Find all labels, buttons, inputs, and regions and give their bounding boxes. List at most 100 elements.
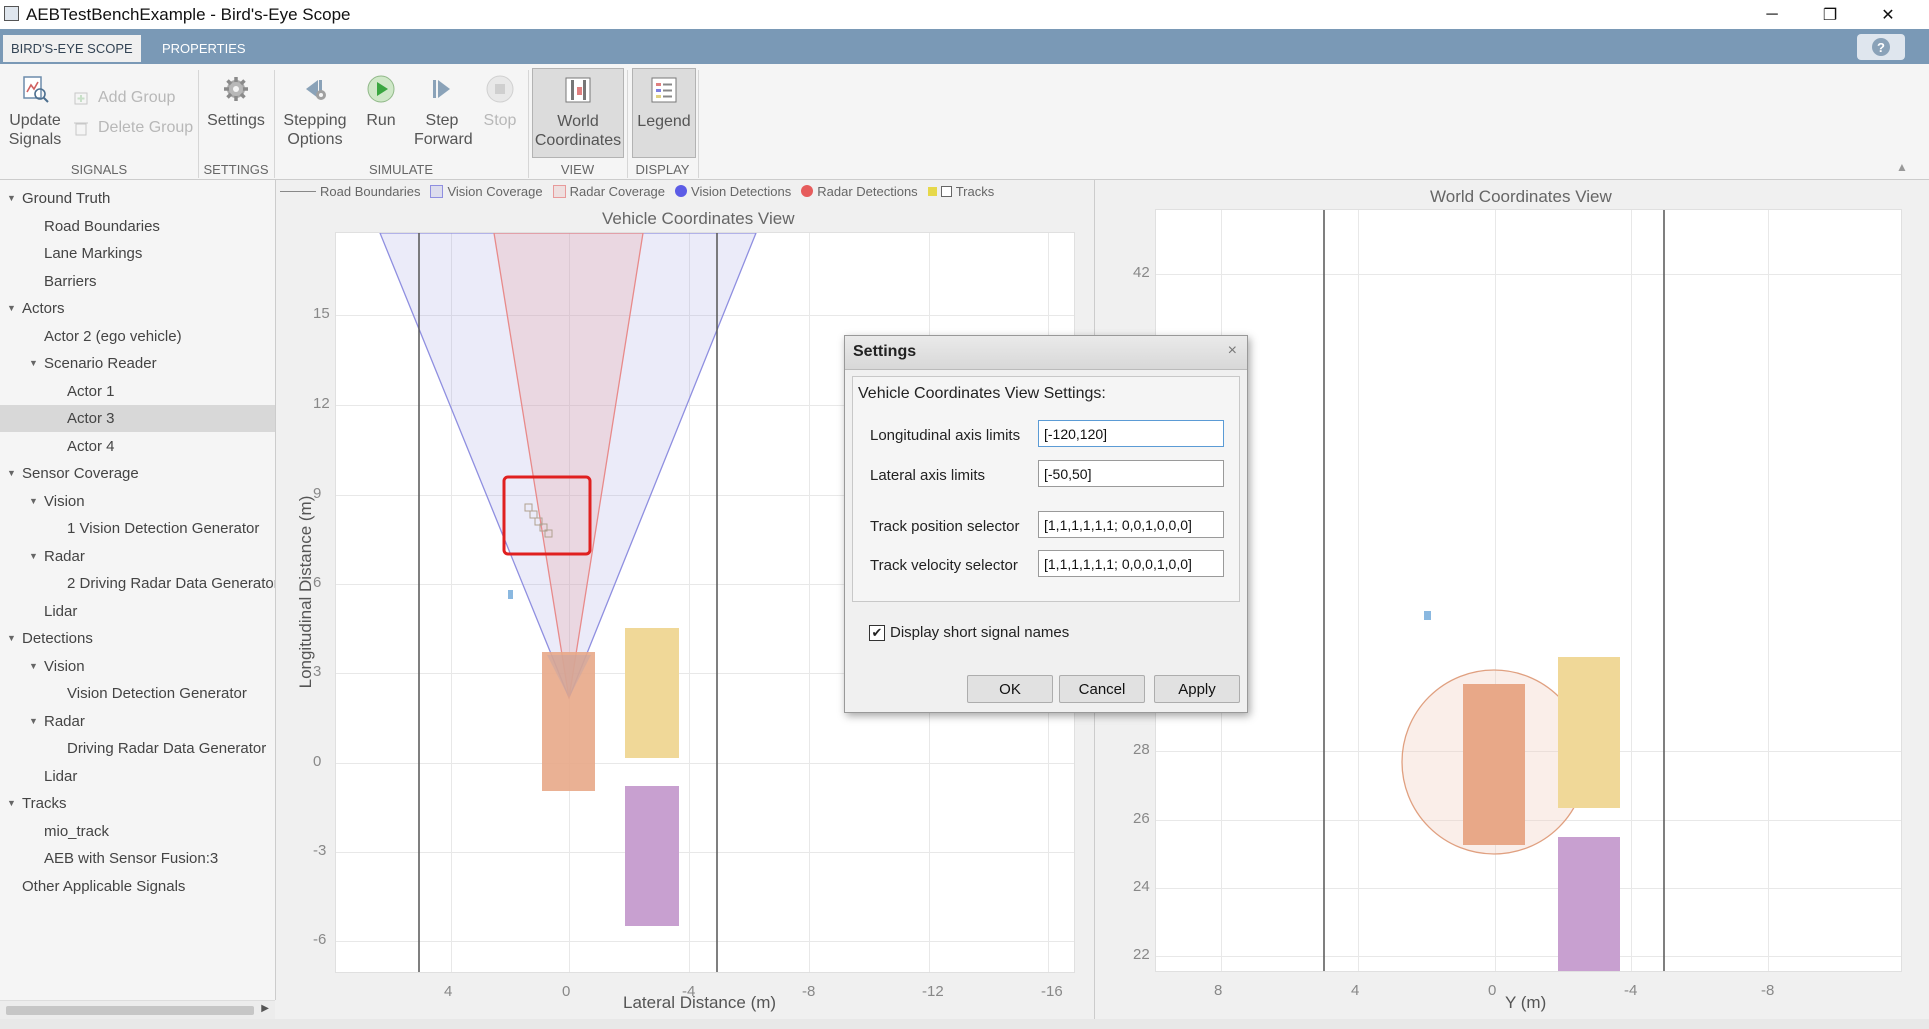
add-group-button[interactable]: Add Group xyxy=(72,89,175,107)
tree-item-label: Vision Detection Generator xyxy=(67,685,247,702)
track-velocity-input[interactable]: [1,1,1,1,1,1; 0,0,0,1,0,0] xyxy=(1038,550,1224,577)
expand-caret-icon[interactable]: ▼ xyxy=(29,488,38,515)
world-coordinates-label: World Coordinates xyxy=(534,113,622,149)
tree-item-lidar[interactable]: Lidar xyxy=(0,598,275,625)
tree-item-barriers[interactable]: Barriers xyxy=(0,268,275,295)
expand-caret-icon[interactable]: ▼ xyxy=(7,460,16,487)
right-scrollbar[interactable] xyxy=(1920,180,1929,1000)
expand-caret-icon[interactable]: ▼ xyxy=(29,653,38,680)
tree-item-actor-1[interactable]: Actor 1 xyxy=(0,378,275,405)
legend-item[interactable]: Radar Coverage xyxy=(552,184,665,199)
section-view: VIEW xyxy=(560,162,595,177)
tree-item-detections[interactable]: ▼ Detections xyxy=(0,625,275,652)
add-group-label: Add Group xyxy=(98,89,176,106)
scrollbar-thumb[interactable] xyxy=(6,1006,254,1015)
tree-item-aeb-with-sensor-fusion-3[interactable]: AEB with Sensor Fusion:3 xyxy=(0,845,275,872)
minimize-button[interactable]: ─ xyxy=(1743,2,1801,28)
vehicle_view-ytick: 6 xyxy=(313,574,322,591)
tree-item-actor-2-ego-vehicle[interactable]: Actor 2 (ego vehicle) xyxy=(0,323,275,350)
tree-item-label: Actor 2 (ego vehicle) xyxy=(44,327,182,345)
tree-item-lidar[interactable]: Lidar xyxy=(0,763,275,790)
ok-button[interactable]: OK xyxy=(967,675,1053,703)
longitudinal-axis-label: Longitudinal axis limits xyxy=(870,427,1021,444)
world-coordinates-button[interactable]: World Coordinates xyxy=(532,68,624,158)
cancel-button[interactable]: Cancel xyxy=(1059,675,1145,703)
tree-item-road-boundaries[interactable]: Road Boundaries xyxy=(0,213,275,240)
expand-caret-icon[interactable]: ▼ xyxy=(7,295,16,322)
tree-item-sensor-coverage[interactable]: ▼ Sensor Coverage xyxy=(0,460,275,487)
tab-birds-eye-scope[interactable]: BIRD'S-EYE SCOPE xyxy=(3,35,141,62)
tree-item-ground-truth[interactable]: ▼ Ground Truth xyxy=(0,185,275,212)
collapse-toolstrip-icon[interactable]: ▲ xyxy=(1896,160,1908,174)
tree-item-driving-radar-data-generator[interactable]: Driving Radar Data Generator xyxy=(0,735,275,762)
actor-vehicle-purple xyxy=(1558,837,1620,971)
delete-group-button[interactable]: Delete Group xyxy=(72,119,193,137)
tree-item-vision-detection-generator[interactable]: Vision Detection Generator xyxy=(0,680,275,707)
tree-item-radar[interactable]: ▼ Radar xyxy=(0,708,275,735)
apply-button[interactable]: Apply xyxy=(1154,675,1240,703)
tree-item-tracks[interactable]: ▼ Tracks xyxy=(0,790,275,817)
tab-properties[interactable]: PROPERTIES xyxy=(154,35,254,62)
tree-item-scenario-reader[interactable]: ▼ Scenario Reader xyxy=(0,350,275,377)
vehicle_view-xtick: -16 xyxy=(1041,983,1063,1000)
settings-button[interactable]: Settings xyxy=(206,74,266,130)
tree-item-label: Radar xyxy=(44,547,85,565)
expand-caret-icon[interactable]: ▼ xyxy=(7,790,16,817)
stop-button[interactable]: Stop xyxy=(480,74,520,130)
help-button[interactable]: ? xyxy=(1857,34,1905,60)
dialog-title: Settings xyxy=(853,343,917,360)
legend-item[interactable]: Road Boundaries xyxy=(280,184,420,199)
vehicle-view-xlabel: Lateral Distance (m) xyxy=(623,993,777,1012)
lateral-axis-input[interactable]: [-50,50] xyxy=(1038,460,1224,487)
update-signals-icon xyxy=(23,76,49,103)
tree-item-actors[interactable]: ▼ Actors xyxy=(0,295,275,322)
tree-item-2-driving-radar-data-generator[interactable]: 2 Driving Radar Data Generator xyxy=(0,570,275,597)
expand-caret-icon[interactable]: ▼ xyxy=(29,350,38,377)
vehicle_view-xtick: -8 xyxy=(802,983,816,1000)
close-button[interactable]: ✕ xyxy=(1859,2,1917,28)
track-position-input[interactable]: [1,1,1,1,1,1; 0,0,1,0,0,0] xyxy=(1038,511,1224,538)
tree-item-mio-track[interactable]: mio_track xyxy=(0,818,275,845)
tree-item-1-vision-detection-generator[interactable]: 1 Vision Detection Generator xyxy=(0,515,275,542)
legend-item[interactable]: Radar Detections xyxy=(801,184,918,199)
legend-button[interactable]: Legend xyxy=(632,68,696,158)
stepping-options-button[interactable]: Stepping Options xyxy=(282,74,348,149)
update-signals-button[interactable]: Update Signals xyxy=(6,74,64,149)
vehicle_view-xtick: 0 xyxy=(562,983,571,1000)
world-coordinates-plot[interactable] xyxy=(1155,209,1902,972)
world_view-xtick: -8 xyxy=(1761,982,1775,999)
legend-item[interactable]: Vision Detections xyxy=(675,184,791,199)
stop-label: Stop xyxy=(483,112,517,129)
status-bar xyxy=(0,1019,1929,1029)
tree-item-vision[interactable]: ▼ Vision xyxy=(0,488,275,515)
expand-caret-icon[interactable]: ▼ xyxy=(29,543,38,570)
tree-item-radar[interactable]: ▼ Radar xyxy=(0,543,275,570)
longitudinal-axis-input[interactable]: [-120,120] xyxy=(1038,420,1224,447)
section-settings: SETTINGS xyxy=(203,162,269,177)
stepping-options-label: Stepping Options xyxy=(283,112,347,148)
expand-caret-icon[interactable]: ▼ xyxy=(29,708,38,735)
expand-caret-icon[interactable]: ▼ xyxy=(7,625,16,652)
tree-item-other-applicable-signals[interactable]: Other Applicable Signals xyxy=(0,873,275,900)
tree-item-lane-markings[interactable]: Lane Markings xyxy=(0,240,275,267)
dialog-close-icon[interactable]: × xyxy=(1228,342,1237,360)
tree-item-label: Scenario Reader xyxy=(44,355,157,372)
checkbox-icon[interactable]: ✔ xyxy=(869,624,885,641)
vehicle_view-ytick: 15 xyxy=(313,305,330,322)
window-title: AEBTestBenchExample - Bird's-Eye Scope xyxy=(26,5,351,24)
vehicle_view-ytick: -6 xyxy=(313,931,327,948)
legend-item[interactable]: Tracks xyxy=(927,184,994,199)
settings-group: Vehicle Coordinates View Settings: Longi… xyxy=(852,376,1240,602)
tree-item-label: Actor 1 xyxy=(67,382,115,400)
tree-item-actor-4[interactable]: Actor 4 xyxy=(0,433,275,460)
tree-item-actor-3[interactable]: Actor 3 xyxy=(0,405,275,432)
legend-item[interactable]: Vision Coverage xyxy=(430,184,543,199)
run-button[interactable]: Run xyxy=(360,74,402,130)
tree-horizontal-scrollbar[interactable]: ▶ xyxy=(0,1000,275,1020)
scroll-right-icon[interactable]: ▶ xyxy=(261,1003,269,1014)
short-signal-names-checkbox[interactable]: ✔ Display short signal names xyxy=(869,624,1069,641)
tree-item-vision[interactable]: ▼ Vision xyxy=(0,653,275,680)
restore-button[interactable]: ❐ xyxy=(1801,2,1859,28)
expand-caret-icon[interactable]: ▼ xyxy=(7,185,16,212)
step-forward-button[interactable]: Step Forward xyxy=(414,74,473,149)
